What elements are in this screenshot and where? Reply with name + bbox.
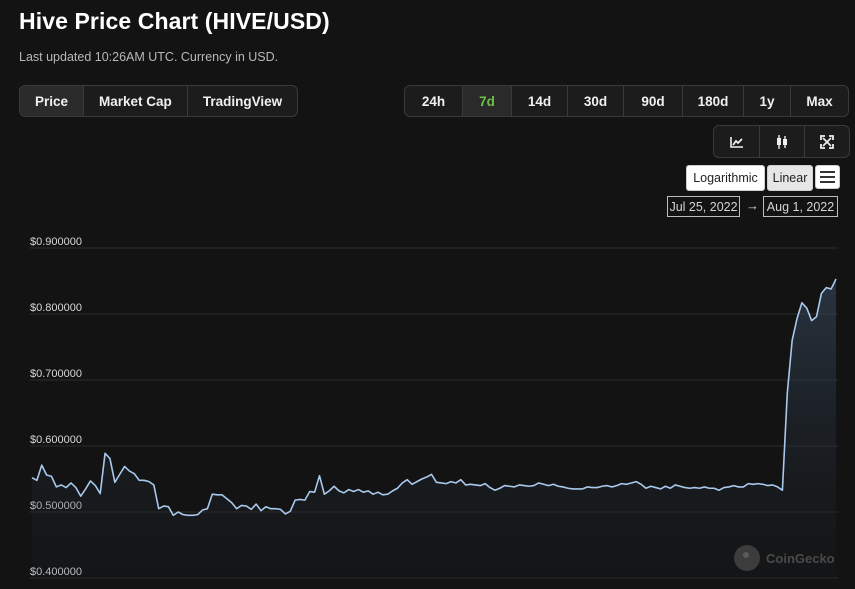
- y-axis-tick-label: $0.700000: [30, 368, 82, 380]
- y-axis-tick-label: $0.900000: [30, 236, 82, 248]
- coingecko-watermark: CoinGecko: [734, 545, 835, 571]
- price-chart[interactable]: $0.900000$0.800000$0.700000$0.600000$0.5…: [0, 0, 855, 589]
- coingecko-logo-icon: [734, 545, 760, 571]
- price-area-fill: [32, 279, 836, 578]
- y-axis-tick-label: $0.800000: [30, 302, 82, 314]
- watermark-text: CoinGecko: [766, 550, 835, 566]
- y-axis-tick-label: $0.600000: [30, 434, 82, 446]
